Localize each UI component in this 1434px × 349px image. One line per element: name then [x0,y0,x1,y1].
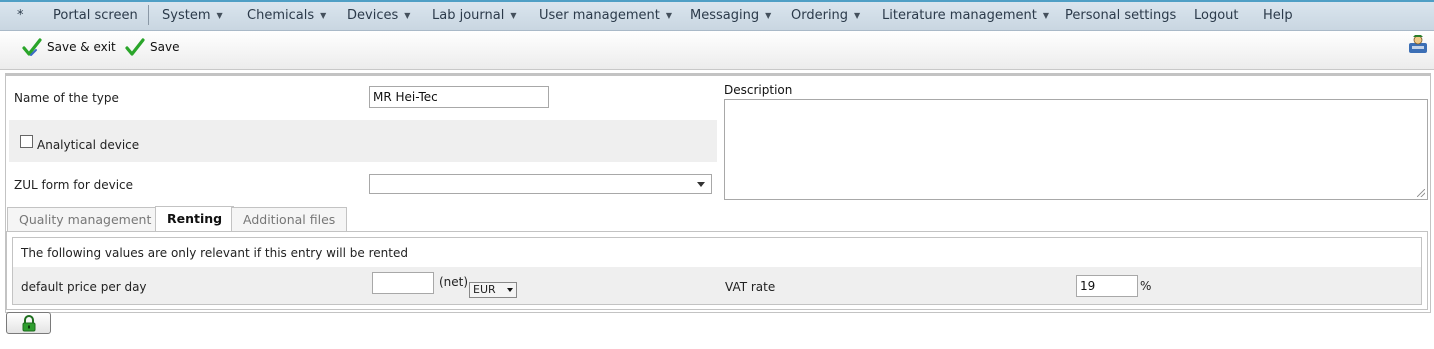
price-per-day-input[interactable] [372,272,434,294]
save-and-exit-button[interactable]: Save & exit [22,34,116,60]
price-row [13,267,1421,304]
chevron-down-icon: ▼ [665,11,673,20]
main-menu-bar: * Portal screen System ▼ Chemicals ▼ Devic… [0,0,1434,31]
menu-item-system[interactable]: System ▼ [162,2,223,30]
vat-rate-input[interactable] [1076,275,1138,297]
toolbar: Save & exit Save [0,31,1434,70]
zul-form-label: ZUL form for device [14,178,134,192]
chevron-down-icon: ▼ [320,11,327,20]
tab-renting[interactable]: Renting [155,206,235,232]
percent-label: % [1140,279,1152,293]
check-icon [125,38,145,56]
menu-item-help[interactable]: Help [1263,2,1293,30]
user-settings-icon[interactable] [1408,34,1428,54]
menu-separator [148,5,149,25]
save-and-exit-label: Save & exit [47,40,116,54]
name-of-type-input[interactable] [369,86,549,108]
chevron-down-icon: ▼ [854,11,861,20]
menu-item-chemicals[interactable]: Chemicals ▼ [247,2,326,30]
menu-item-star[interactable]: * [17,2,24,30]
renting-panel: The following values are only relevant i… [6,231,1428,310]
save-label: Save [150,40,180,54]
renting-inner-box: The following values are only relevant i… [12,237,1422,305]
chevron-down-icon: ▼ [510,11,517,20]
chevron-down-icon: ▼ [765,11,772,20]
lock-icon [22,315,36,332]
description-textarea[interactable] [724,99,1428,200]
menu-item-lab-journal[interactable]: Lab journal ▼ [432,2,517,30]
menu-item-personal-settings[interactable]: Personal settings [1065,2,1176,30]
chevron-down-icon: ▼ [1042,11,1050,20]
check-icon [22,38,42,56]
price-per-day-label: default price per day [21,280,147,294]
tab-additional-files[interactable]: Additional files [231,207,348,231]
net-label: (net) [439,275,469,289]
menu-item-messaging[interactable]: Messaging ▼ [690,2,771,30]
menu-item-ordering[interactable]: Ordering ▼ [791,2,860,30]
chevron-down-icon: ▼ [404,11,411,20]
chevron-down-icon [697,182,705,187]
name-of-type-label: Name of the type [14,91,119,105]
description-label: Description [724,83,793,97]
menu-item-devices[interactable]: Devices ▼ [347,2,410,30]
vat-rate-label: VAT rate [725,280,776,294]
menu-item-literature-management[interactable]: Literature management ▼ [882,2,1049,30]
renting-note: The following values are only relevant i… [21,246,408,260]
save-button[interactable]: Save [125,34,179,60]
menu-item-portal-screen[interactable]: Portal screen [53,2,138,30]
zul-form-select[interactable] [369,174,712,194]
chevron-down-icon: ▼ [216,11,223,20]
menu-item-user-management[interactable]: User management ▼ [539,2,672,30]
menu-item-logout[interactable]: Logout [1194,2,1239,30]
analytical-device-label: Analytical device [37,138,140,152]
tab-quality-management[interactable]: Quality management [7,207,164,231]
chevron-down-icon [507,288,513,292]
lock-button[interactable] [6,312,51,334]
currency-select[interactable]: EUR [469,282,517,298]
resize-grip-icon[interactable] [1417,189,1425,197]
analytical-device-checkbox[interactable] [20,135,33,148]
currency-value: EUR [473,283,496,296]
